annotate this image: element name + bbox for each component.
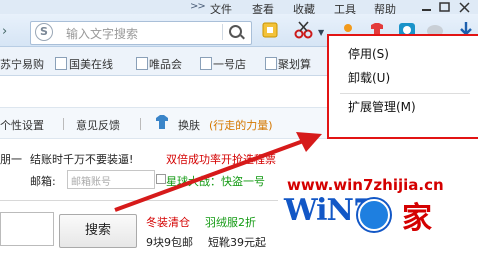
maximize-icon [439, 2, 450, 12]
page-icon [55, 57, 67, 70]
cut-icon[interactable] [294, 21, 314, 39]
search-button[interactable]: 搜索 [59, 214, 137, 248]
divider [222, 24, 223, 40]
menu-item-uninstall[interactable]: 卸载(U) [348, 69, 390, 86]
web-search-input[interactable] [0, 212, 54, 246]
watermark-url: www.win7zhijia.cn [287, 176, 444, 194]
promo-free-shipping[interactable]: 9块9包邮 [146, 234, 193, 250]
favorite-gome[interactable]: 国美在线 [69, 56, 113, 72]
search-engine-icon[interactable]: S [35, 23, 53, 41]
refresh-icon[interactable] [262, 22, 278, 38]
minimize-icon [422, 9, 431, 11]
chevron-left-icon[interactable]: › [2, 24, 7, 39]
window-controls [420, 1, 474, 13]
notice-prefix[interactable]: 朋一 [0, 151, 22, 167]
divider [63, 118, 64, 130]
promo-boots[interactable]: 短靴39元起 [208, 234, 266, 250]
favorite-juhuasuan[interactable]: 聚划算 [278, 56, 311, 72]
page-icon [265, 57, 277, 70]
close-icon [459, 2, 470, 13]
search-input[interactable] [30, 21, 252, 45]
menu-separator [340, 93, 470, 94]
search-placeholder: 输入文字搜索 [66, 27, 139, 41]
menu-item-extension-manager[interactable]: 扩展管理(M) [348, 98, 416, 115]
favorite-suning[interactable]: 苏宁易购 [0, 56, 44, 72]
menu-bar [0, 0, 478, 14]
page-icon [136, 57, 148, 70]
email-label: 邮箱: [30, 175, 56, 188]
favorite-yhd[interactable]: 一号店 [213, 56, 246, 72]
link-personal-settings[interactable]: 个性设置 [0, 117, 44, 133]
page-icon [200, 57, 212, 70]
menu-item-disable[interactable]: 停用(S) [348, 45, 389, 62]
favorite-vip[interactable]: 唯品会 [149, 56, 182, 72]
watermark-logo: WiN7 家 [284, 193, 432, 236]
menu-overflow-icon[interactable]: >> [190, 1, 206, 12]
email-placeholder: 邮箱账号 [71, 177, 111, 188]
dropdown-icon[interactable]: ▼ [318, 28, 324, 37]
